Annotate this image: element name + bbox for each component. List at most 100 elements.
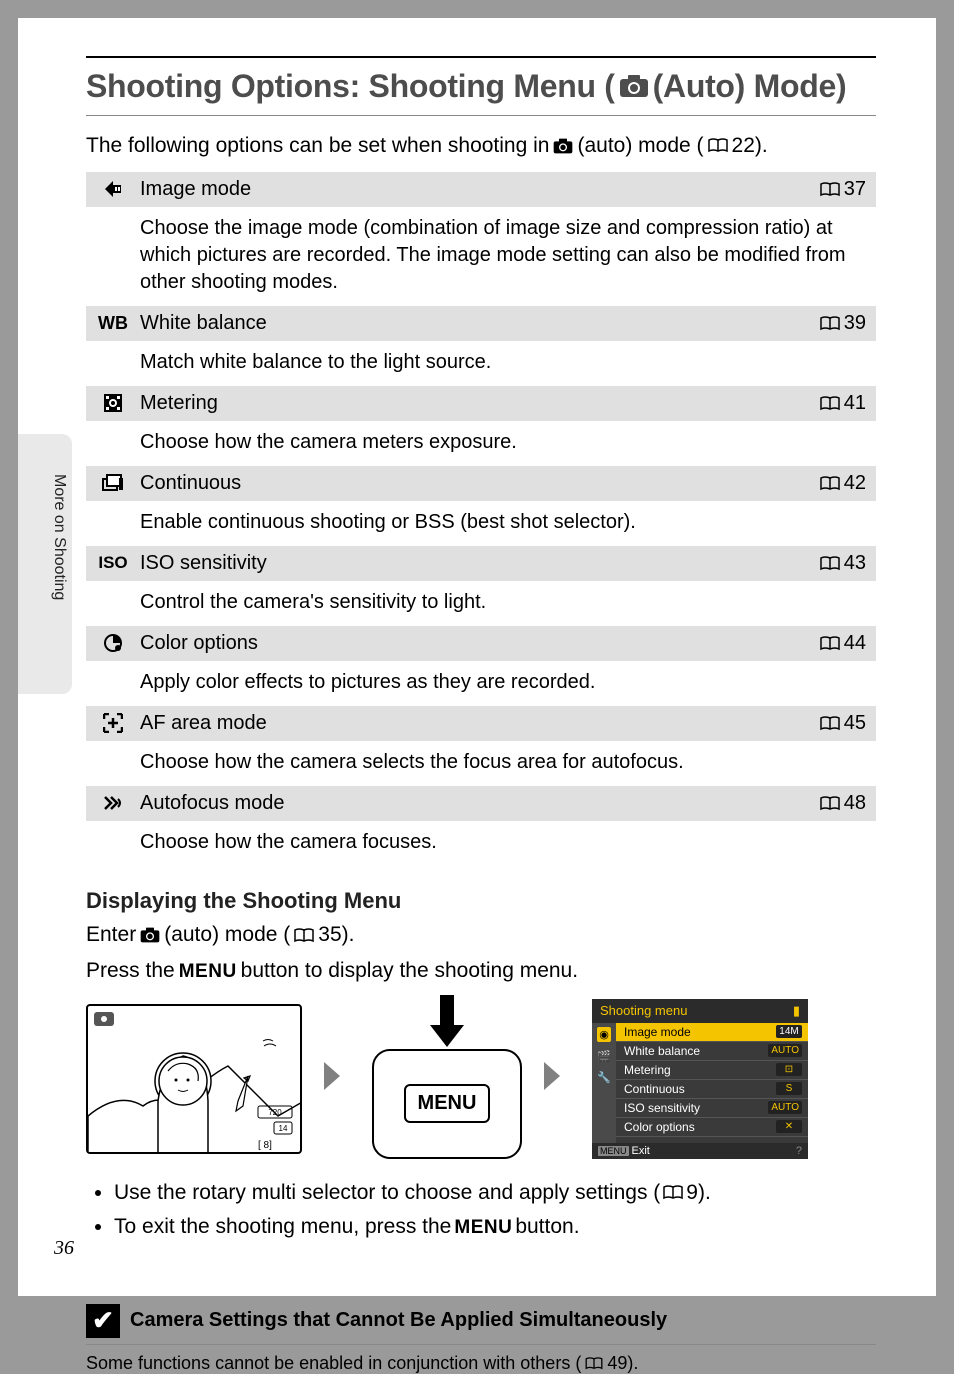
menu-item-value: AUTO <box>768 1044 802 1057</box>
book-icon <box>820 796 840 811</box>
menu-title-text: Shooting menu <box>600 1003 687 1019</box>
option-page-ref: 48 <box>820 792 866 815</box>
txt: Press the <box>86 956 175 986</box>
menu-item-label: Color options <box>624 1120 695 1134</box>
help-icon: ? <box>796 1145 802 1157</box>
bullet-list: Use the rotary multi selector to choose … <box>86 1177 876 1244</box>
menu-item: ContinuousS <box>616 1080 808 1099</box>
book-icon <box>820 636 840 651</box>
camera-icon <box>619 74 649 98</box>
txt: (auto) mode ( <box>164 920 290 950</box>
book-icon <box>820 556 840 571</box>
option-page-ref: 41 <box>820 392 866 415</box>
camera-screen-illustration: 720 14 [ 8] <box>86 1004 302 1154</box>
txt: button to display the shooting menu. <box>241 956 578 986</box>
note-heading: ✔ Camera Settings that Cannot Be Applied… <box>86 1304 876 1345</box>
option-title: ISO sensitivity <box>140 552 820 575</box>
book-icon <box>708 138 728 153</box>
option-desc: Match white balance to the light source. <box>86 341 876 386</box>
option-title: Autofocus mode <box>140 792 820 815</box>
intro-b: (auto) mode ( <box>577 134 703 158</box>
menu-item-label: Image mode <box>624 1025 691 1039</box>
check-icon: ✔ <box>86 1304 120 1338</box>
exit-label: Exit <box>632 1145 650 1157</box>
bullet-item: Use the rotary multi selector to choose … <box>114 1177 876 1210</box>
page-ref-num: 42 <box>844 472 866 495</box>
svg-text:[ 8]: [ 8] <box>258 1140 272 1151</box>
section-label: More on Shooting <box>50 474 68 600</box>
arrow-right-icon <box>322 1058 352 1099</box>
option-title: Continuous <box>140 472 820 495</box>
page-ref-num: 44 <box>844 632 866 655</box>
option-desc: Enable continuous shooting or BSS (best … <box>86 501 876 546</box>
note-body: Some functions cannot be enabled in conj… <box>86 1353 876 1374</box>
option-title: White balance <box>140 312 820 335</box>
option-title: Image mode <box>140 178 820 201</box>
txt: Some functions cannot be enabled in conj… <box>86 1353 581 1374</box>
options-table: Image mode 37 Choose the image mode (com… <box>86 172 876 866</box>
menu-button: MENU <box>404 1084 491 1123</box>
intro-c: 22). <box>732 134 768 158</box>
option-title: Color options <box>140 632 820 655</box>
movie-tab-icon: 🎬 <box>597 1050 611 1063</box>
camera-back-outline: MENU <box>372 1049 522 1159</box>
intro-text: The following options can be set when sh… <box>86 134 876 158</box>
txt: Use the rotary multi selector to choose … <box>114 1177 660 1210</box>
option-desc: Apply color effects to pictures as they … <box>86 661 876 706</box>
txt: To exit the shooting menu, press the <box>114 1211 451 1244</box>
option-page-ref: 39 <box>820 312 866 335</box>
menu-item-label: Continuous <box>624 1082 685 1096</box>
autofocus-icon <box>86 794 140 812</box>
txt: 49). <box>607 1353 638 1374</box>
page-ref-num: 43 <box>844 552 866 575</box>
book-icon <box>820 182 840 197</box>
book-icon <box>663 1185 683 1200</box>
white-balance-icon: WB <box>86 313 140 334</box>
menu-item: White balance AUTO <box>616 1042 808 1061</box>
af-area-icon <box>86 713 140 733</box>
txt: Enter <box>86 920 136 950</box>
menu-item-value: AUTO <box>768 1101 802 1114</box>
shooting-menu-screen: Shooting menu ▮ ◉ 🎬 🔧 Image mode14M Whit… <box>592 999 808 1159</box>
arrow-right-icon <box>542 1058 572 1099</box>
option-page-ref: 42 <box>820 472 866 495</box>
txt: button. <box>515 1211 579 1244</box>
top-rule <box>86 56 876 58</box>
menu-word: MENU <box>454 1213 512 1242</box>
book-icon <box>294 928 314 943</box>
book-icon <box>820 396 840 411</box>
menu-tag-icon: MENU <box>598 1146 629 1156</box>
illustration-row: 720 14 [ 8] MENU <box>86 999 876 1159</box>
title-pre: Shooting Options: Shooting Menu ( <box>86 68 615 105</box>
option-page-ref: 37 <box>820 178 866 201</box>
menu-word: MENU <box>179 958 237 986</box>
option-page-ref: 43 <box>820 552 866 575</box>
option-desc: Choose how the camera selects the focus … <box>86 741 876 786</box>
page-ref-num: 45 <box>844 712 866 735</box>
page-ref-num: 48 <box>844 792 866 815</box>
svg-text:14: 14 <box>279 1124 288 1133</box>
menu-item: Image mode14M <box>616 1023 808 1042</box>
option-row: Continuous 42 <box>86 466 876 501</box>
press-text: Press the MENU button to display the sho… <box>86 956 876 986</box>
txt: 35). <box>318 920 354 950</box>
camera-icon <box>553 138 573 154</box>
option-desc: Choose how the camera meters exposure. <box>86 421 876 466</box>
option-row: Color options 44 <box>86 626 876 661</box>
menu-item-label: White balance <box>624 1044 700 1058</box>
page-ref-num: 37 <box>844 178 866 201</box>
page-ref-num: 39 <box>844 312 866 335</box>
option-page-ref: 44 <box>820 632 866 655</box>
page-number: 36 <box>54 1237 74 1260</box>
option-row: WB White balance 39 <box>86 306 876 341</box>
option-title: AF area mode <box>140 712 820 735</box>
menu-list: Image mode14M White balance AUTO Metering… <box>616 1023 808 1143</box>
continuous-icon <box>86 474 140 492</box>
option-page-ref: 45 <box>820 712 866 735</box>
option-row: Metering 41 <box>86 386 876 421</box>
book-icon <box>585 1357 603 1370</box>
intro-a: The following options can be set when sh… <box>86 134 549 158</box>
menu-item-label: Metering <box>624 1063 671 1077</box>
menu-left-tabs: ◉ 🎬 🔧 <box>592 1023 616 1143</box>
metering-icon <box>86 393 140 413</box>
